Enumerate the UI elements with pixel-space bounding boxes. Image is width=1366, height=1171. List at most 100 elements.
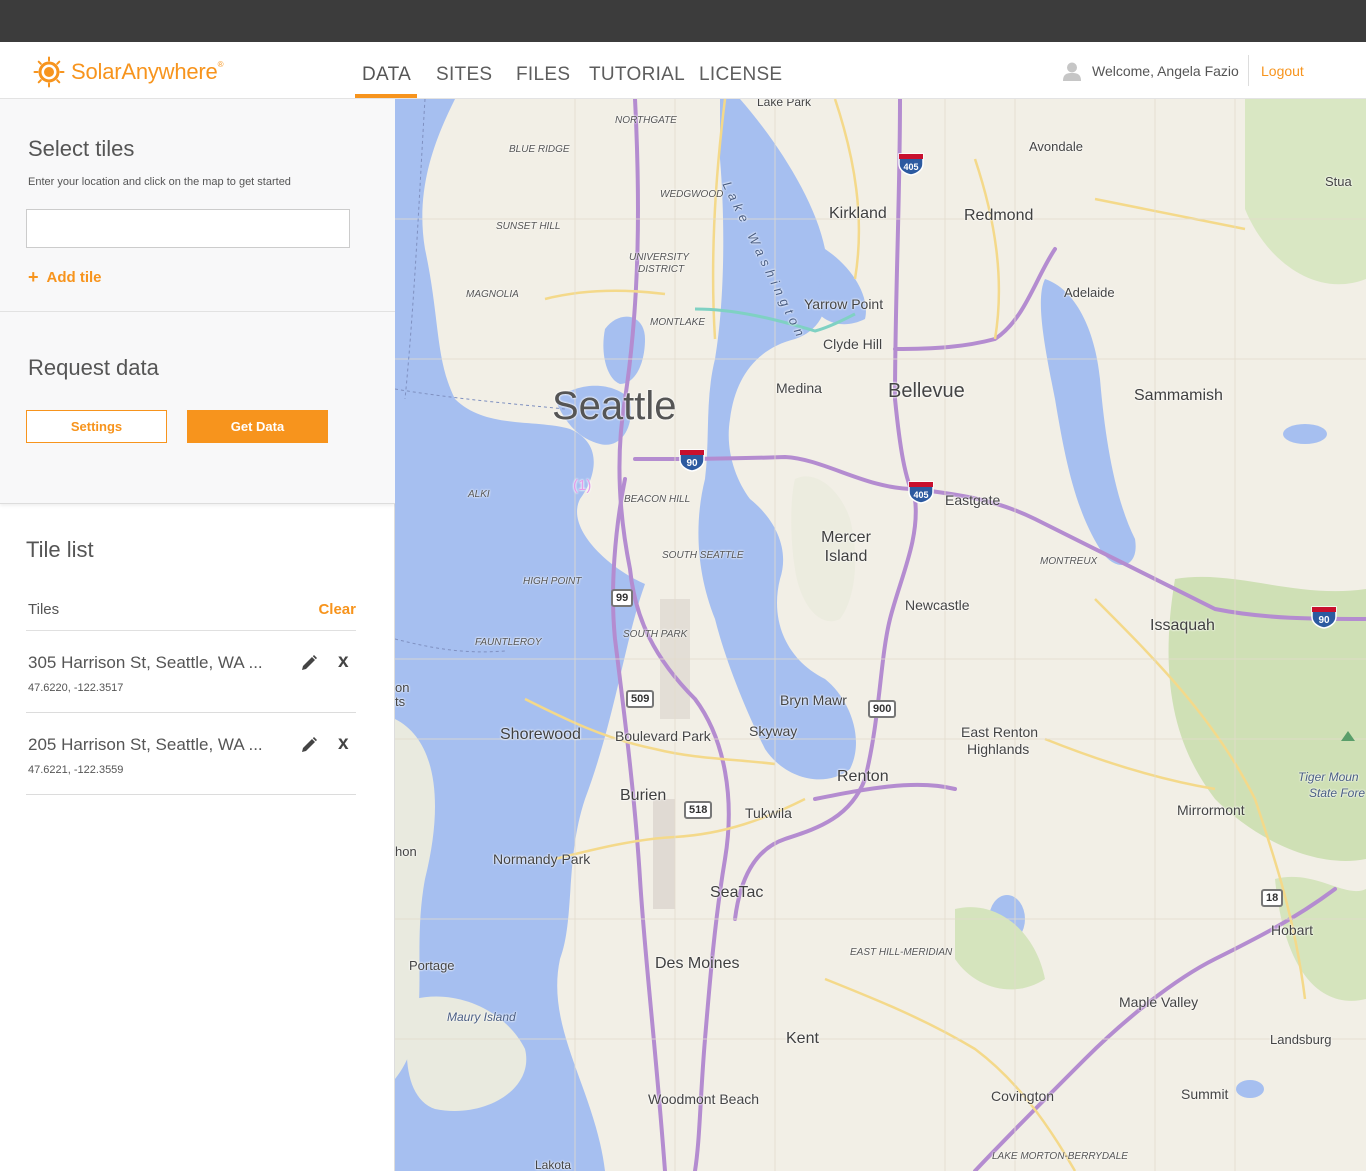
settings-button[interactable]: Settings <box>26 410 167 443</box>
map-label-normandy-park: Normandy Park <box>493 851 591 867</box>
map-label-maple-valley: Maple Valley <box>1119 994 1199 1010</box>
map-label-lake-morton: LAKE MORTON-BERRYDALE <box>992 1151 1128 1162</box>
remove-tile-x-icon[interactable]: x <box>338 733 349 755</box>
nav-data[interactable]: DATA <box>362 64 411 86</box>
brand-registered-mark: ® <box>217 59 224 69</box>
interstate-90-shield-icon: 90 <box>1311 606 1337 629</box>
route-99-shield-icon: 99 <box>611 589 634 607</box>
map-label-covington: Covington <box>991 1088 1055 1104</box>
map-label-edge-on: on <box>395 680 410 695</box>
route-900-shield-icon: 900 <box>868 700 897 718</box>
map-label-edge-ts: ts <box>395 694 406 709</box>
map-label-sammamish: Sammamish <box>1134 387 1223 404</box>
remove-tile-x-icon[interactable]: x <box>338 651 349 673</box>
map-label-blue-ridge: BLUE RIDGE <box>509 144 570 155</box>
map-label-kirkland: Kirkland <box>829 205 887 222</box>
interstate-405-shield-icon: 405 <box>908 481 934 504</box>
map-label-high-point: HIGH POINT <box>523 576 582 587</box>
nav-license[interactable]: LICENSE <box>699 64 782 86</box>
location-search-input[interactable] <box>26 209 350 248</box>
map-label-beacon-hill: BEACON HILL <box>624 494 691 505</box>
select-tiles-hint: Enter your location and click on the map… <box>28 176 291 188</box>
tile-list-item: 305 Harrison St, Seattle, WA ... 47.6220… <box>26 631 356 713</box>
map-label-sunset-hill: SUNSET HILL <box>496 221 561 232</box>
map-label-clyde-hill: Clyde Hill <box>823 336 883 352</box>
tile-list-title: Tile list <box>26 537 94 562</box>
map-label-maury-island: Maury Island <box>447 1010 516 1024</box>
interstate-405-shield-icon: 405 <box>898 153 924 176</box>
map-label-seattle: Seattle <box>552 384 677 428</box>
tiles-label: Tiles <box>28 601 60 618</box>
map-label-montreux: MONTREUX <box>1040 556 1098 567</box>
map-label-lake-park: Lake Park <box>757 99 812 109</box>
tile-address: 305 Harrison St, Seattle, WA ... <box>28 653 263 672</box>
map-label-lakota: Lakota <box>535 1158 572 1171</box>
map-label-redmond: Redmond <box>964 207 1034 224</box>
svg-text:405: 405 <box>903 162 918 172</box>
map-label-bryn-mawr: Bryn Mawr <box>780 692 847 708</box>
svg-text:90: 90 <box>686 458 698 469</box>
edit-pencil-icon[interactable] <box>300 654 318 672</box>
welcome-text: Welcome, Angela Fazio <box>1092 63 1239 79</box>
map-label-state-forest: State Fore <box>1309 786 1366 800</box>
sun-logo-icon <box>33 56 65 88</box>
map-label-northgate: NORTHGATE <box>615 115 677 126</box>
add-tile-button[interactable]: + Add tile <box>28 268 102 286</box>
map-label-kent: Kent <box>786 1030 819 1047</box>
map-label-medina: Medina <box>776 380 822 396</box>
map-label-issaquah: Issaquah <box>1150 617 1215 634</box>
request-data-panel: Request data Settings Get Data <box>0 312 395 504</box>
map-label-montlake: MONTLAKE <box>650 317 706 328</box>
map-label-tiger-mountain: Tiger Moun <box>1298 770 1359 784</box>
tiles-header: Tiles Clear <box>26 599 356 631</box>
map-view[interactable]: Seattle Bellevue Redmond Kirkland Mercer… <box>395 99 1366 1171</box>
edit-pencil-icon[interactable] <box>300 736 318 754</box>
tile-coordinates: 47.6221, -122.3559 <box>28 764 124 776</box>
map-label-mercer-island: Mercer Island <box>821 529 871 565</box>
map-label-shorewood: Shorewood <box>500 726 581 743</box>
map-label-des-moines: Des Moines <box>655 955 740 972</box>
map-label-stuart: Stua <box>1325 174 1352 189</box>
map-label-south-park: SOUTH PARK <box>623 629 688 640</box>
map-label-bellevue: Bellevue <box>888 380 965 402</box>
nav-sites[interactable]: SITES <box>436 64 492 86</box>
sidebar: Select tiles Enter your location and cli… <box>0 99 395 1171</box>
map-tile-marker[interactable]: (1) <box>573 477 591 494</box>
map-label-highlands: Highlands <box>967 741 1030 757</box>
clear-tiles-button[interactable]: Clear <box>318 601 356 618</box>
plus-icon: + <box>28 267 39 287</box>
nav-tutorial[interactable]: TUTORIAL <box>589 64 685 86</box>
map-label-boulevard-park: Boulevard Park <box>615 728 711 744</box>
app-header: SolarAnywhere ® DATA SITES FILES TUTORIAL… <box>0 42 1366 99</box>
logout-link[interactable]: Logout <box>1261 63 1304 79</box>
route-509-shield-icon: 509 <box>626 690 655 708</box>
map-label-east-hill-meridian: EAST HILL-MERIDIAN <box>850 947 953 958</box>
route-18-shield-icon: 18 <box>1261 889 1284 907</box>
header-divider <box>1248 55 1249 86</box>
map-label-university: UNIVERSITY <box>629 252 690 263</box>
browser-top-bar <box>0 0 1366 42</box>
svg-text:90: 90 <box>1318 615 1330 626</box>
nav-files[interactable]: FILES <box>516 64 570 86</box>
solaranywhere-logo[interactable]: SolarAnywhere ® <box>33 56 224 88</box>
select-tiles-title: Select tiles <box>28 136 135 161</box>
tile-address: 205 Harrison St, Seattle, WA ... <box>28 735 263 754</box>
map-label-magnolia: MAGNOLIA <box>466 289 519 300</box>
map-label-landsburg: Landsburg <box>1270 1032 1332 1047</box>
brand-name: SolarAnywhere <box>71 59 218 84</box>
map-label-east-renton: East Renton <box>961 724 1039 740</box>
tile-list-item: 205 Harrison St, Seattle, WA ... 47.6221… <box>26 713 356 795</box>
map-label-hobart: Hobart <box>1271 922 1314 938</box>
get-data-button[interactable]: Get Data <box>187 410 328 443</box>
map-label-yarrow-point: Yarrow Point <box>804 296 884 312</box>
svg-text:405: 405 <box>913 490 928 500</box>
map-label-skyway: Skyway <box>749 723 798 739</box>
map-label-alki: ALKI <box>468 489 490 500</box>
request-data-title: Request data <box>28 355 159 380</box>
map-label-fauntleroy: FAUNTLEROY <box>475 637 542 648</box>
route-518-shield-icon: 518 <box>684 801 713 819</box>
map-label-renton: Renton <box>837 768 889 785</box>
map-label-district: DISTRICT <box>638 264 685 275</box>
nav-active-indicator <box>355 94 417 98</box>
map-label-seatac: SeaTac <box>710 884 764 901</box>
